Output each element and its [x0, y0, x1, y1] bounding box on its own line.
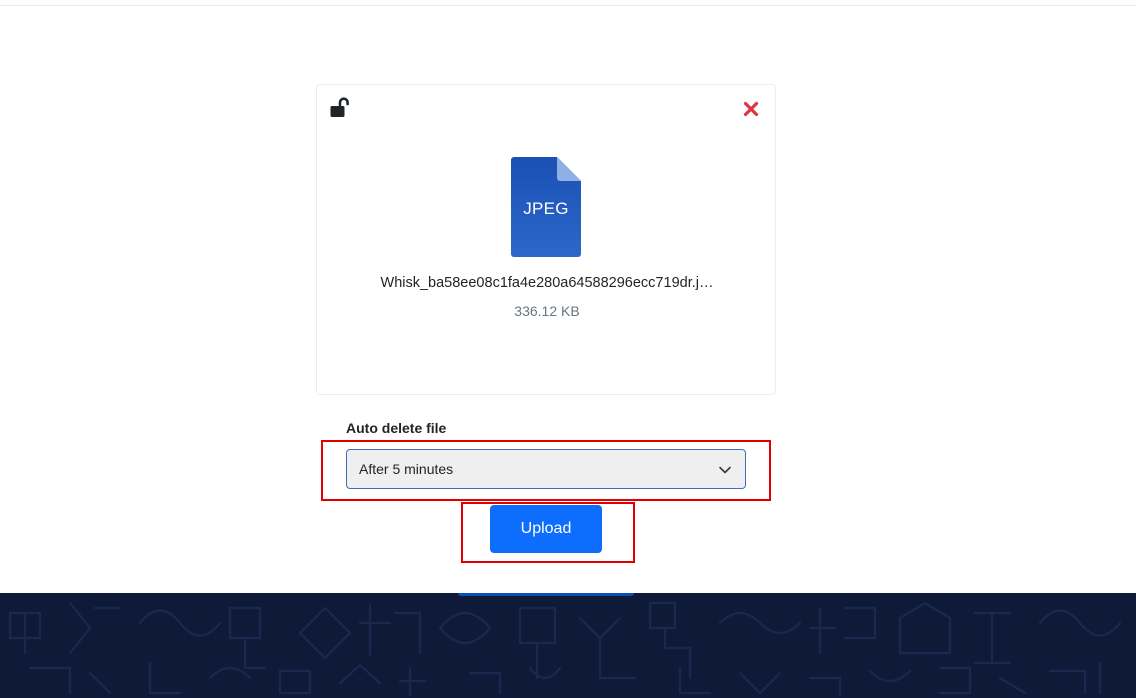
close-icon[interactable]	[739, 97, 763, 121]
jpeg-file-icon: JPEG	[511, 157, 581, 257]
auto-delete-select[interactable]: After 5 minutes	[346, 449, 746, 489]
file-name: Whisk_ba58ee08c1fa4e280a64588296ecc719dr…	[380, 275, 714, 291]
footer-button-edge	[458, 593, 634, 596]
top-divider	[0, 5, 1136, 6]
footer-pattern	[8, 601, 1122, 698]
unlock-icon[interactable]	[328, 97, 352, 121]
auto-delete-label: Auto delete file	[346, 420, 447, 436]
chevron-down-icon	[718, 463, 732, 477]
auto-delete-selected-value: After 5 minutes	[359, 461, 454, 477]
footer	[0, 593, 1136, 698]
file-card: JPEG Whisk_ba58ee08c1fa4e280a64588296ecc…	[316, 84, 776, 395]
file-size: 336.12 KB	[514, 303, 580, 319]
upload-button[interactable]: Upload	[490, 505, 602, 553]
file-type-label: JPEG	[523, 199, 569, 218]
page: JPEG Whisk_ba58ee08c1fa4e280a64588296ecc…	[0, 0, 1136, 698]
